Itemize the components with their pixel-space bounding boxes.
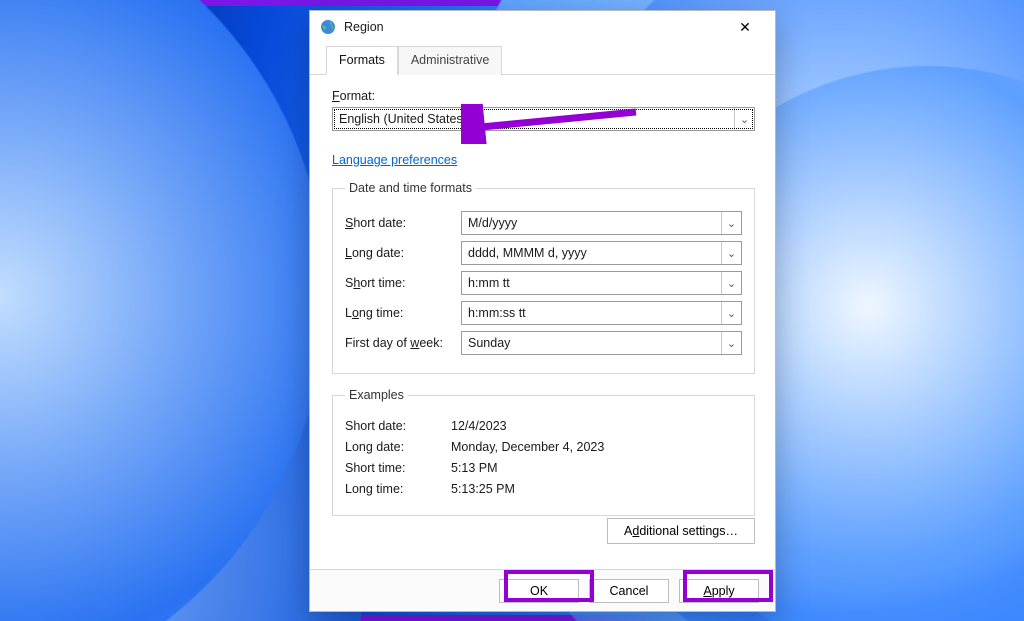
tab-formats[interactable]: Formats [326, 46, 398, 75]
examples-long-time-value: 5:13:25 PM [451, 482, 742, 496]
format-select[interactable]: English (United States) ⌄ [332, 107, 755, 131]
dialog-footer: OK Cancel Apply [310, 569, 775, 611]
format-label: Format: [332, 89, 755, 103]
examples-legend: Examples [345, 388, 408, 402]
region-dialog: Region ✕ Formats Administrative Format: … [309, 10, 776, 612]
language-preferences-link[interactable]: Language preferences [332, 153, 457, 167]
apply-button[interactable]: Apply [679, 579, 759, 603]
chevron-down-icon: ⌄ [721, 242, 741, 264]
close-icon: ✕ [739, 19, 751, 36]
chevron-down-icon: ⌄ [721, 302, 741, 324]
tab-administrative[interactable]: Administrative [398, 46, 503, 75]
titlebar: Region ✕ [310, 11, 775, 43]
chevron-down-icon: ⌄ [721, 212, 741, 234]
short-time-select[interactable]: h:mm tt ⌄ [461, 271, 742, 295]
examples-short-time-value: 5:13 PM [451, 461, 742, 475]
desktop: Region ✕ Formats Administrative Format: … [0, 0, 1024, 621]
long-date-value: dddd, MMMM d, yyyy [468, 246, 587, 260]
long-time-select[interactable]: h:mm:ss tt ⌄ [461, 301, 742, 325]
window-title: Region [344, 20, 384, 34]
cancel-button[interactable]: Cancel [589, 579, 669, 603]
first-day-label: First day of week: [345, 336, 461, 350]
examples-long-date-label: Long date: [345, 440, 451, 454]
long-time-value: h:mm:ss tt [468, 306, 526, 320]
examples-long-time-label: Long time: [345, 482, 451, 496]
tab-strip: Formats Administrative [310, 45, 775, 75]
short-date-select[interactable]: M/d/yyyy ⌄ [461, 211, 742, 235]
examples-long-date-value: Monday, December 4, 2023 [451, 440, 742, 454]
chevron-down-icon: ⌄ [721, 272, 741, 294]
date-time-formats-legend: Date and time formats [345, 181, 476, 195]
chevron-down-icon: ⌄ [721, 332, 741, 354]
short-date-value: M/d/yyyy [468, 216, 517, 230]
examples-short-time-label: Short time: [345, 461, 451, 475]
close-button[interactable]: ✕ [723, 13, 767, 41]
first-day-value: Sunday [468, 336, 510, 350]
ok-button[interactable]: OK [499, 579, 579, 603]
chevron-down-icon: ⌄ [734, 108, 754, 130]
examples-short-date-value: 12/4/2023 [451, 419, 742, 433]
long-time-label: Long time: [345, 306, 461, 320]
examples-short-date-label: Short date: [345, 419, 451, 433]
examples-group: Examples Short date: 12/4/2023 Long date… [332, 388, 755, 516]
short-time-value: h:mm tt [468, 276, 510, 290]
long-date-label: Long date: [345, 246, 461, 260]
additional-settings-button[interactable]: Additional settings… [607, 518, 755, 544]
globe-icon [320, 19, 336, 35]
date-time-formats-group: Date and time formats Short date: M/d/yy… [332, 181, 755, 374]
long-date-select[interactable]: dddd, MMMM d, yyyy ⌄ [461, 241, 742, 265]
first-day-select[interactable]: Sunday ⌄ [461, 331, 742, 355]
format-select-value: English (United States) [339, 112, 467, 126]
short-date-label: Short date: [345, 216, 461, 230]
short-time-label: Short time: [345, 276, 461, 290]
